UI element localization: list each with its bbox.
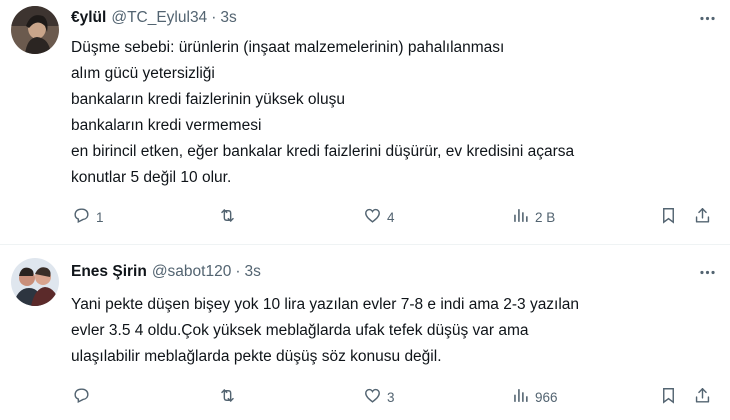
tweet-line: konutlar 5 değil 10 olur. bbox=[71, 169, 232, 186]
avatar[interactable] bbox=[11, 6, 59, 54]
retweet-button[interactable] bbox=[218, 385, 242, 409]
reply-button[interactable] bbox=[72, 385, 96, 409]
like-count: 4 bbox=[387, 209, 395, 225]
timestamp[interactable]: 3s bbox=[245, 263, 261, 281]
views-icon bbox=[511, 206, 530, 228]
separator-dot: · bbox=[235, 263, 241, 280]
share-icon bbox=[693, 206, 712, 228]
like-button[interactable]: 4 bbox=[363, 205, 395, 229]
retweet-button[interactable] bbox=[218, 205, 242, 229]
tweet-line: ulaşılabilir meblağlarda pekte düşüş söz… bbox=[71, 348, 442, 365]
tweet-line: Düşme sebebi: ürünlerin (inşaat malzemel… bbox=[71, 39, 505, 56]
tweet-header: Enes Şirin @sabot120 · 3s bbox=[71, 261, 261, 283]
tweet[interactable]: €ylül @TC_Eylul34 · 3s Düşme sebebi: ürü… bbox=[0, 0, 730, 245]
views-icon bbox=[511, 386, 530, 408]
like-button[interactable]: 3 bbox=[363, 385, 395, 409]
separator-dot: · bbox=[211, 9, 217, 26]
tweet-text: Düşme sebebi: ürünlerin (inşaat malzemel… bbox=[71, 35, 721, 191]
more-icon[interactable] bbox=[696, 261, 718, 283]
like-icon bbox=[363, 206, 382, 228]
bookmark-button[interactable] bbox=[659, 205, 678, 229]
timestamp[interactable]: 3s bbox=[220, 9, 236, 27]
reply-count: 1 bbox=[96, 209, 104, 225]
bookmark-icon bbox=[659, 206, 678, 228]
retweet-icon bbox=[218, 386, 237, 408]
tweet-line: en birincil etken, eğer bankalar kredi f… bbox=[71, 143, 575, 160]
tweet[interactable]: Enes Şirin @sabot120 · 3s Yani pekte düş… bbox=[0, 245, 730, 420]
views-button[interactable]: 2 B bbox=[511, 205, 555, 229]
author-handle[interactable]: @sabot120 bbox=[152, 263, 232, 281]
views-count: 966 bbox=[535, 389, 558, 405]
share-button[interactable] bbox=[693, 205, 712, 229]
reply-button[interactable]: 1 bbox=[72, 205, 104, 229]
retweet-icon bbox=[218, 206, 237, 228]
share-icon bbox=[693, 386, 712, 408]
action-bar: 1 4 2 B bbox=[0, 205, 730, 229]
reply-icon bbox=[72, 206, 91, 228]
like-count: 3 bbox=[387, 389, 395, 405]
tweet-line: bankaların kredi faizlerinin yüksek oluş… bbox=[71, 91, 345, 108]
reply-icon bbox=[72, 386, 91, 408]
views-count: 2 B bbox=[535, 209, 556, 225]
author-name[interactable]: Enes Şirin bbox=[71, 263, 147, 281]
avatar[interactable] bbox=[11, 258, 59, 306]
views-button[interactable]: 966 bbox=[511, 385, 558, 409]
like-icon bbox=[363, 386, 382, 408]
author-handle[interactable]: @TC_Eylul34 bbox=[111, 9, 207, 27]
tweet-text: Yani pekte düşen bişey yok 10 lira yazıl… bbox=[71, 292, 721, 370]
bookmark-icon bbox=[659, 386, 678, 408]
tweet-line: alım gücü yetersizliği bbox=[71, 65, 215, 82]
tweet-header: €ylül @TC_Eylul34 · 3s bbox=[71, 7, 237, 29]
author-name[interactable]: €ylül bbox=[71, 9, 106, 27]
action-bar: 3 966 bbox=[0, 385, 730, 409]
share-button[interactable] bbox=[693, 385, 712, 409]
bookmark-button[interactable] bbox=[659, 385, 678, 409]
more-icon[interactable] bbox=[696, 7, 718, 29]
tweet-line: bankaların kredi vermemesi bbox=[71, 117, 262, 134]
tweet-line: evler 3.5 4 oldu.Çok yüksek meblağlarda … bbox=[71, 322, 529, 339]
tweet-line: Yani pekte düşen bişey yok 10 lira yazıl… bbox=[71, 296, 580, 313]
